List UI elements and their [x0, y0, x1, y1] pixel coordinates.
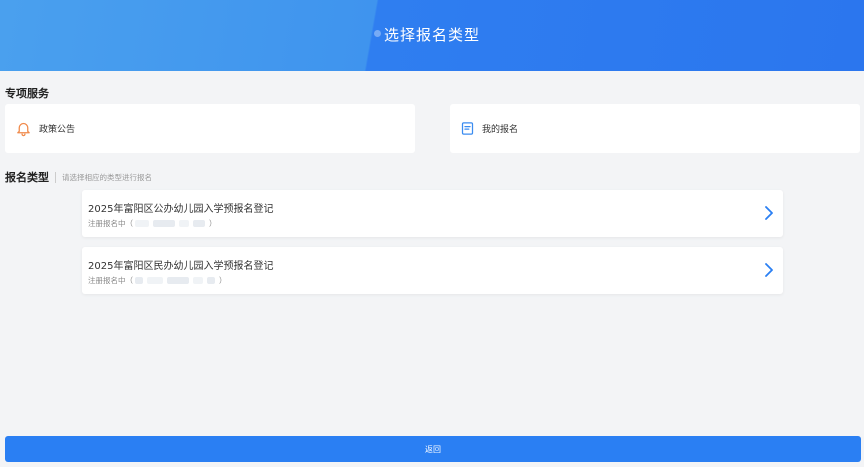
- registration-item-status: 注册报名中（ ）: [88, 275, 227, 286]
- page-title: 选择报名类型: [383, 26, 480, 44]
- chevron-right-icon: [765, 206, 773, 220]
- registration-types-hint: 请选择相应的类型进行报名: [62, 172, 152, 182]
- chevron-right-icon: [765, 263, 773, 277]
- status-text: 注册报名中（: [88, 276, 133, 285]
- registration-item-status: 注册报名中（ ）: [88, 218, 217, 229]
- registration-item-name: 2025年富阳区民办幼儿园入学预报名登记: [88, 261, 274, 272]
- my-registration-label: 我的报名: [482, 125, 519, 135]
- special-services-title: 专项服务: [5, 87, 49, 100]
- bell-icon: [15, 120, 32, 137]
- registration-item-private[interactable]: 2025年富阳区民办幼儿园入学预报名登记 注册报名中（ ）: [82, 247, 783, 294]
- document-icon: [460, 121, 475, 136]
- back-button[interactable]: 返回: [5, 436, 861, 462]
- registration-item-public[interactable]: 2025年富阳区公办幼儿园入学预报名登记 注册报名中（ ）: [82, 190, 783, 237]
- registration-types-header: 报名类型 请选择相应的类型进行报名: [5, 169, 152, 185]
- policy-announcement-label: 政策公告: [39, 125, 76, 135]
- policy-announcement-card[interactable]: 政策公告: [5, 104, 415, 153]
- redacted-text: [147, 277, 163, 284]
- registration-item-name: 2025年富阳区公办幼儿园入学预报名登记: [88, 204, 274, 215]
- my-registration-card[interactable]: 我的报名: [450, 104, 860, 153]
- redacted-text: [193, 220, 205, 227]
- status-text: 注册报名中（: [88, 219, 133, 228]
- redacted-text: [179, 220, 189, 227]
- redacted-text: [207, 277, 215, 284]
- divider: [55, 171, 56, 183]
- status-close: ）: [209, 219, 217, 228]
- redacted-text: [135, 277, 143, 284]
- registration-types-title: 报名类型: [5, 171, 49, 184]
- redacted-text: [193, 277, 203, 284]
- status-close: ）: [219, 276, 227, 285]
- redacted-text: [135, 220, 149, 227]
- redacted-text: [153, 220, 175, 227]
- redacted-text: [167, 277, 189, 284]
- page-header: 选择报名类型: [0, 0, 864, 71]
